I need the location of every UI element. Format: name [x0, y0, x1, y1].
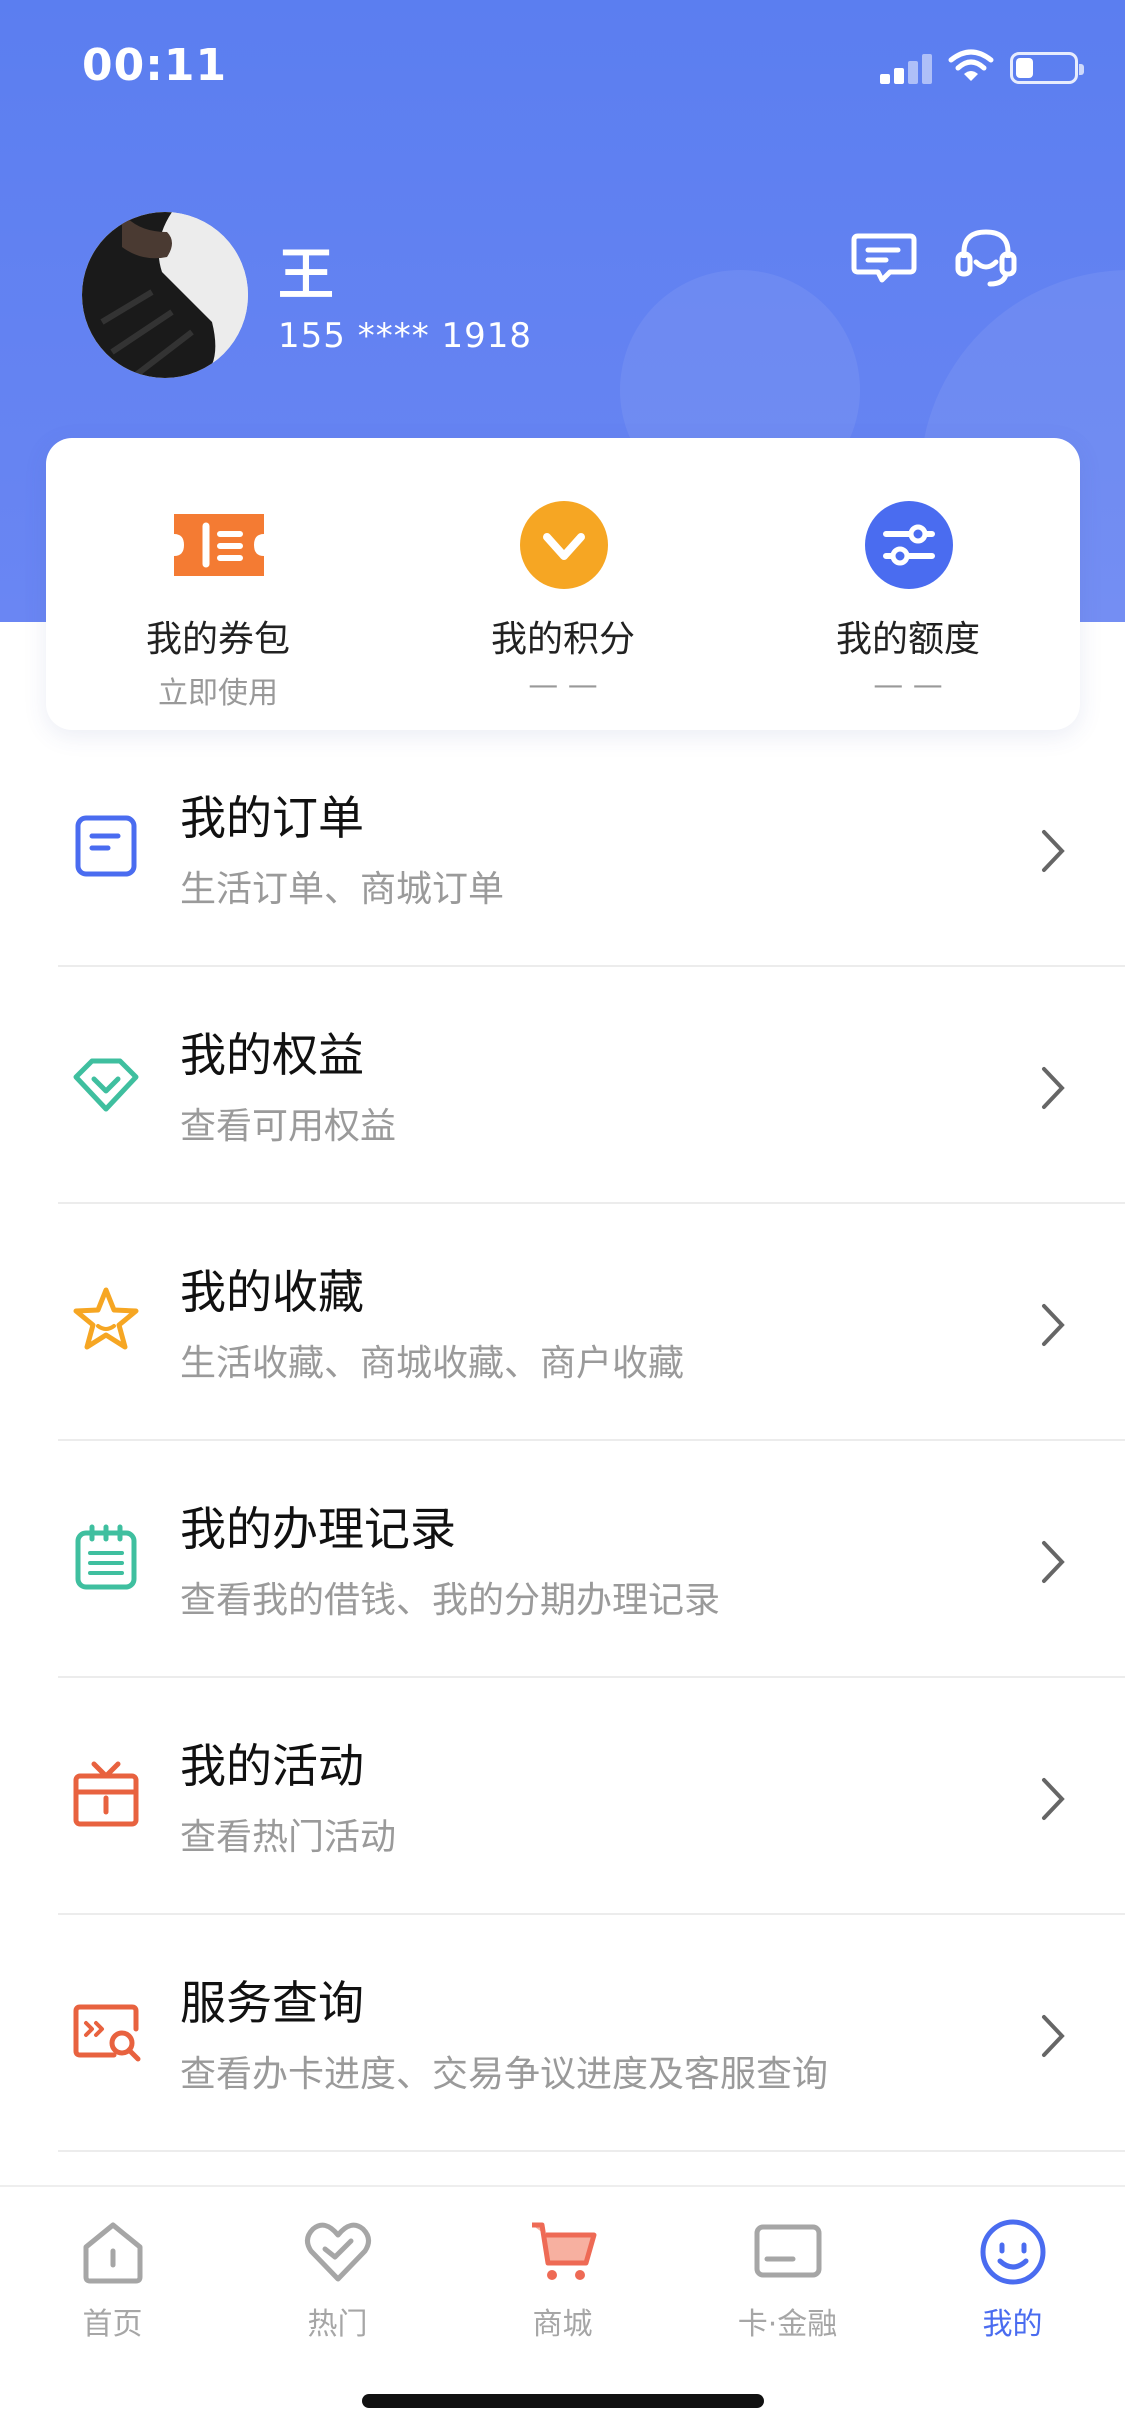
card-icon: [754, 2224, 822, 2278]
star-icon: [73, 1287, 139, 1350]
menu-item-service-query[interactable]: 服务查询 查看办卡进度、交易争议进度及客服查询: [0, 1915, 1125, 2152]
quick-action-points[interactable]: 我的积分 — —: [391, 438, 735, 730]
cart-icon: [532, 2222, 597, 2280]
tab-label: 商城: [532, 2307, 593, 2342]
record-icon: [75, 1524, 137, 1590]
menu-item-orders[interactable]: 我的订单 生活订单、商城订单: [0, 730, 1125, 967]
avatar[interactable]: [82, 212, 248, 378]
battery-level: [1016, 58, 1033, 78]
menu-item-favorites[interactable]: 我的收藏 生活收藏、商城收藏、商户收藏: [0, 1204, 1125, 1441]
menu-item-title: 我的收藏: [180, 1265, 364, 1319]
chevron-right-icon: [1042, 2015, 1065, 2057]
home-icon: [83, 2222, 143, 2284]
wifi-icon: [948, 49, 994, 81]
menu-item-title: 我的订单: [180, 791, 364, 845]
quick-action-coupons[interactable]: 我的券包 立即使用: [46, 438, 390, 730]
quick-action-label: 我的额度: [835, 619, 980, 660]
chevron-right-icon: [1042, 1304, 1065, 1346]
menu-item-records[interactable]: 我的办理记录 查看我的借钱、我的分期办理记录: [0, 1441, 1125, 1678]
avatar-photo: [82, 212, 248, 378]
tab-label: 我的: [982, 2307, 1043, 2342]
status-bar: 00:11: [0, 0, 1125, 130]
chevron-right-icon: [1042, 830, 1065, 872]
menu-item-benefits[interactable]: 我的权益 查看可用权益: [0, 967, 1125, 1204]
tab-label: 卡·金融: [737, 2307, 838, 2342]
chevron-right-icon: [1042, 1067, 1065, 1109]
quick-actions-card: 我的券包 立即使用 我的积分 — — 我的额度 — —: [46, 438, 1080, 730]
cellular-signal-icon: [880, 52, 934, 84]
menu-item-title: 服务查询: [180, 1976, 364, 2030]
menu-item-subtitle: 生活订单、商城订单: [180, 869, 505, 910]
credit-limit-icon: [865, 501, 953, 589]
tab-home[interactable]: 首页: [0, 2205, 225, 2345]
quick-action-sub: — —: [528, 668, 598, 703]
tab-label: 热门: [307, 2307, 368, 2342]
tab-label: 首页: [82, 2307, 143, 2342]
quick-action-label: 我的券包: [145, 619, 290, 660]
menu-item-subtitle: 查看办卡进度、交易争议进度及客服查询: [180, 2054, 829, 2095]
menu-item-subtitle: 生活收藏、商城收藏、商户收藏: [180, 1343, 685, 1384]
user-phone: 155 **** 1918: [278, 316, 533, 356]
user-name: 王: [278, 243, 334, 308]
menu-item-subtitle: 查看我的借钱、我的分期办理记录: [180, 1580, 721, 1621]
coupon-icon: [174, 514, 264, 576]
quick-action-credit-limit[interactable]: 我的额度 — —: [736, 438, 1080, 730]
heart-icon: [305, 2222, 371, 2282]
status-time: 00:11: [82, 40, 228, 91]
order-icon: [75, 815, 137, 877]
chevron-right-icon: [1042, 1541, 1065, 1583]
tab-mall[interactable]: 商城: [450, 2205, 675, 2345]
home-indicator[interactable]: [362, 2394, 764, 2408]
service-search-icon: [73, 2004, 141, 2062]
gift-icon: [73, 1761, 139, 1827]
menu-item-subtitle: 查看可用权益: [180, 1106, 397, 1147]
customer-service-icon[interactable]: [950, 222, 1022, 294]
menu-item-activities[interactable]: 我的活动 查看热门活动: [0, 1678, 1125, 1915]
message-icon[interactable]: [848, 222, 920, 294]
quick-action-label: 我的积分: [490, 619, 635, 660]
menu-item-subtitle: 查看热门活动: [180, 1817, 397, 1858]
tab-mine[interactable]: 我的: [900, 2205, 1125, 2345]
menu-list: 我的订单 生活订单、商城订单 我的权益 查看可用权益 我的收藏 生活收藏、商城收…: [0, 730, 1125, 2152]
menu-item-title: 我的权益: [180, 1028, 364, 1082]
diamond-icon: [73, 1058, 139, 1112]
menu-item-title: 我的活动: [180, 1739, 364, 1793]
battery-icon: [1010, 52, 1084, 84]
tab-card-finance[interactable]: 卡·金融: [675, 2205, 900, 2345]
profile-smile-icon: [980, 2219, 1046, 2285]
quick-action-sub: 立即使用: [158, 676, 278, 711]
points-icon: [520, 501, 608, 589]
menu-item-title: 我的办理记录: [180, 1502, 456, 1556]
quick-action-sub: — —: [873, 668, 943, 703]
tab-hot[interactable]: 热门: [225, 2205, 450, 2345]
chevron-right-icon: [1042, 1778, 1065, 1820]
